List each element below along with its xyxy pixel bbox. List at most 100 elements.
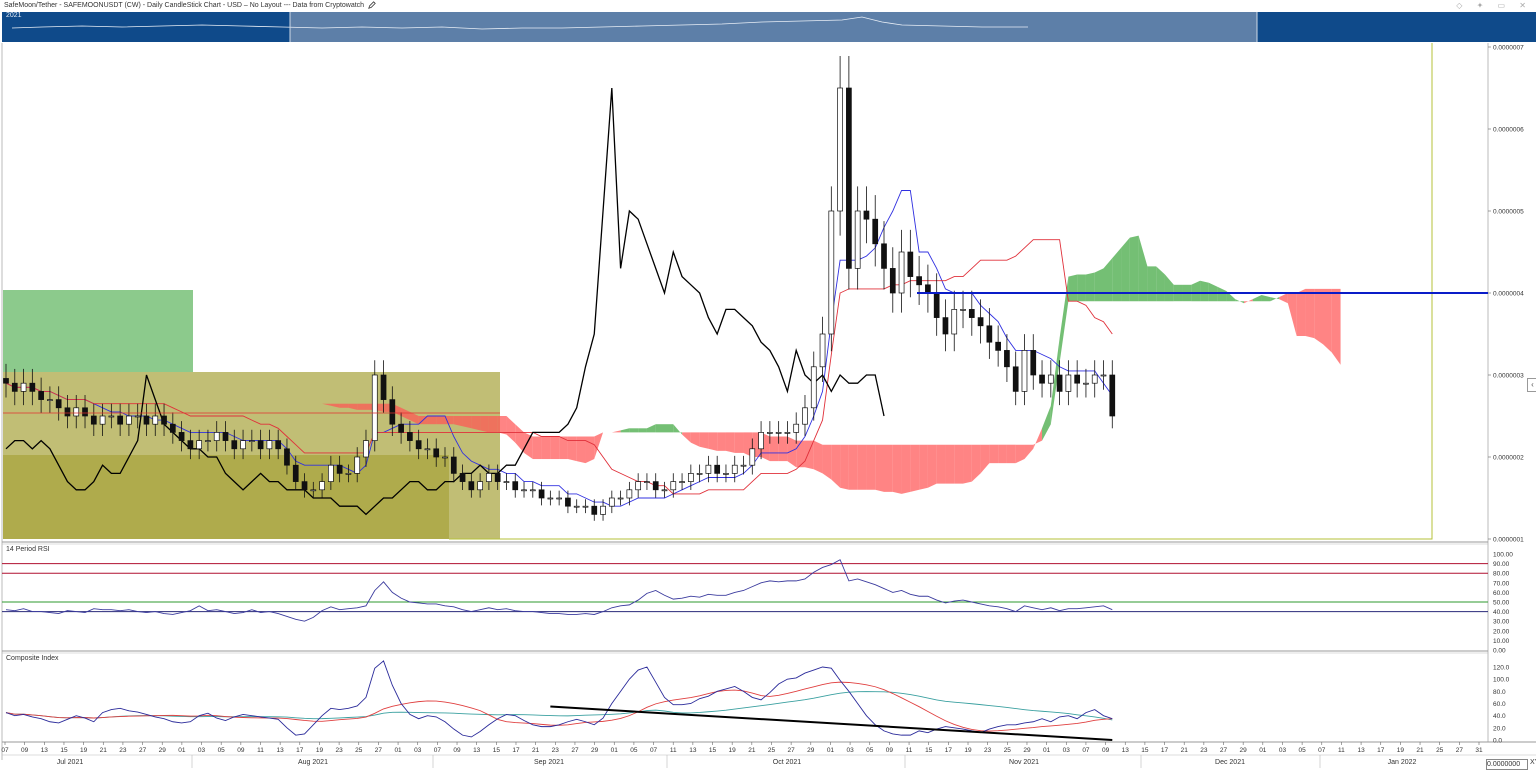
candle-body[interactable]: [828, 210, 835, 335]
candle-body[interactable]: [556, 497, 562, 500]
candle-body[interactable]: [354, 456, 361, 474]
candle-body[interactable]: [231, 440, 238, 450]
candle-body[interactable]: [1109, 374, 1116, 417]
candle-body[interactable]: [196, 440, 203, 450]
candle-body[interactable]: [301, 481, 308, 491]
candle-body[interactable]: [284, 448, 290, 466]
candle-body[interactable]: [968, 309, 975, 318]
candle-body[interactable]: [1083, 382, 1089, 385]
candle-body[interactable]: [573, 505, 580, 508]
candle-body[interactable]: [292, 464, 299, 482]
candle-body[interactable]: [705, 464, 712, 474]
candle-body[interactable]: [670, 481, 677, 491]
candle-body[interactable]: [1039, 374, 1045, 384]
candle-body[interactable]: [55, 399, 62, 409]
candle-body[interactable]: [802, 407, 808, 425]
candle-body[interactable]: [696, 473, 703, 475]
candle-body[interactable]: [784, 432, 791, 434]
candle-body[interactable]: [380, 374, 387, 400]
candle-body[interactable]: [336, 464, 343, 474]
candle-body[interactable]: [512, 481, 519, 491]
candle-body[interactable]: [916, 276, 922, 286]
candle-body[interactable]: [626, 489, 633, 499]
candle-body[interactable]: [591, 505, 598, 515]
candle-body[interactable]: [608, 497, 615, 507]
candle-body[interactable]: [134, 415, 141, 418]
candle-body[interactable]: [47, 399, 53, 401]
candle-body[interactable]: [398, 423, 404, 433]
candle-body[interactable]: [723, 473, 729, 475]
candle-body[interactable]: [494, 473, 501, 482]
candle-body[interactable]: [1047, 374, 1054, 384]
candle-body[interactable]: [538, 489, 545, 499]
candle-body[interactable]: [1030, 350, 1037, 376]
xy-scale-button[interactable]: XY: [1530, 759, 1536, 766]
candle-body[interactable]: [582, 505, 589, 508]
candle-body[interactable]: [714, 464, 721, 474]
candle-body[interactable]: [810, 366, 817, 409]
chart-svg[interactable]: 0.00000010.00000020.00000030.00000040.00…: [0, 0, 1536, 769]
candle-body[interactable]: [960, 309, 966, 311]
candle-body[interactable]: [687, 473, 694, 482]
candle-body[interactable]: [635, 481, 642, 491]
candle-body[interactable]: [661, 489, 668, 492]
candle-body[interactable]: [240, 440, 246, 450]
candle-body[interactable]: [169, 423, 176, 433]
candle-body[interactable]: [1004, 350, 1010, 368]
candle-body[interactable]: [275, 440, 282, 450]
candle-body[interactable]: [415, 440, 422, 450]
candle-body[interactable]: [503, 481, 510, 483]
candle-body[interactable]: [126, 415, 132, 425]
candle-body[interactable]: [793, 423, 800, 433]
candle-body[interactable]: [1021, 350, 1028, 392]
candle-body[interactable]: [310, 489, 317, 492]
candle-body[interactable]: [328, 464, 334, 482]
candle-body[interactable]: [187, 440, 194, 450]
candle-body[interactable]: [38, 391, 44, 400]
candle-body[interactable]: [933, 292, 940, 318]
candle-body[interactable]: [925, 284, 931, 294]
candle-body[interactable]: [459, 473, 466, 482]
candle-body[interactable]: [819, 333, 826, 368]
candle-body[interactable]: [565, 497, 571, 507]
candle-body[interactable]: [371, 374, 378, 441]
candle-body[interactable]: [617, 497, 624, 500]
candle-body[interactable]: [977, 317, 984, 327]
candle-body[interactable]: [161, 415, 167, 425]
candle-body[interactable]: [740, 464, 747, 467]
candle-body[interactable]: [872, 218, 879, 245]
candle-body[interactable]: [951, 309, 958, 335]
candle-body[interactable]: [679, 481, 685, 483]
candle-body[interactable]: [29, 382, 36, 392]
candle-body[interactable]: [363, 440, 369, 458]
candle-body[interactable]: [837, 87, 843, 212]
candle-body[interactable]: [468, 481, 475, 491]
candle-body[interactable]: [477, 481, 483, 491]
candle-body[interactable]: [1100, 374, 1107, 377]
candle-body[interactable]: [424, 448, 431, 451]
candle-body[interactable]: [846, 87, 852, 269]
candle-body[interactable]: [90, 415, 97, 425]
divergence-trendline[interactable]: [550, 705, 1113, 741]
candle-body[interactable]: [767, 432, 773, 434]
candle-body[interactable]: [1012, 366, 1019, 392]
candle-body[interactable]: [600, 505, 606, 515]
chevron-left-icon[interactable]: ‹: [1527, 378, 1536, 392]
candle-body[interactable]: [863, 210, 870, 220]
candle-body[interactable]: [248, 440, 255, 442]
candle-body[interactable]: [345, 473, 352, 475]
candle-body[interactable]: [20, 382, 27, 392]
candle-body[interactable]: [547, 497, 554, 500]
candle-body[interactable]: [889, 268, 896, 294]
candle-body[interactable]: [1056, 374, 1063, 392]
green-range-box[interactable]: [3, 290, 193, 372]
candle-body[interactable]: [1065, 374, 1072, 392]
candle-body[interactable]: [389, 399, 396, 425]
candle-body[interactable]: [450, 456, 457, 474]
candle-body[interactable]: [205, 440, 211, 442]
candle-body[interactable]: [433, 448, 440, 458]
candle-body[interactable]: [995, 341, 1001, 351]
candle-body[interactable]: [213, 432, 220, 441]
candle-body[interactable]: [652, 481, 659, 491]
candle-body[interactable]: [775, 432, 782, 434]
